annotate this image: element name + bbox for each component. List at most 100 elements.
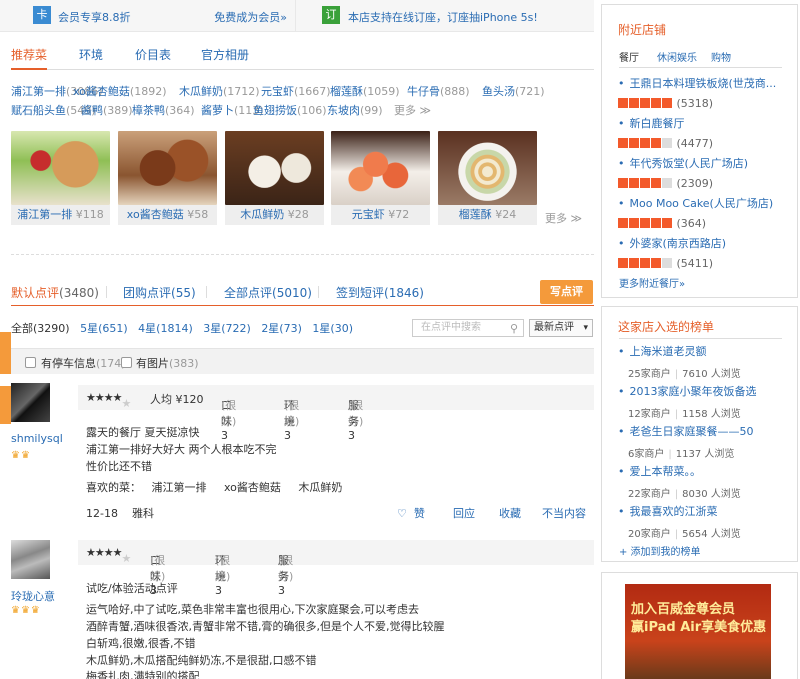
list-name[interactable]: 我最喜欢的江浙菜: [630, 505, 718, 518]
become-member-link[interactable]: 免费成为会员»: [214, 9, 287, 25]
parking-filter-label[interactable]: 有停车信息(174): [41, 355, 126, 371]
star-icon: [640, 138, 650, 148]
list-name[interactable]: 老爸生日家庭聚餐——50: [630, 425, 754, 438]
member-promo[interactable]: 卡 会员专享8.8折 免费成为会员»: [0, 0, 296, 32]
tab-checkin-reviews[interactable]: 签到短评(1846): [336, 284, 424, 301]
bullet-icon: •: [618, 117, 625, 130]
nearby-shop[interactable]: • Moo Moo Cake(人民广场店) (364): [618, 195, 773, 230]
tab-default-reviews[interactable]: 默认点评(3480): [11, 284, 99, 301]
dish-tag[interactable]: 鱼翅捞饭(106): [253, 102, 327, 118]
liked-dish-link[interactable]: 木瓜鲜奶: [298, 481, 342, 494]
photo-checkbox[interactable]: [121, 357, 132, 368]
tab-leisure[interactable]: 休闲娱乐: [657, 49, 697, 64]
review-stars: ★★★★ ★: [86, 546, 131, 565]
dish-tag[interactable]: 樟茶鸭(364): [132, 102, 195, 118]
bullet-icon: •: [618, 197, 625, 210]
dish-photo-name[interactable]: 浦江第一排: [17, 208, 72, 221]
featured-list-item[interactable]: • 2013家庭小聚年夜饭备选 12家商户 | 1158 人浏览: [618, 383, 757, 420]
dish-photo-name[interactable]: 木瓜鲜奶: [240, 208, 284, 221]
tab-official-album[interactable]: 官方相册: [201, 46, 249, 63]
tab-restaurants[interactable]: 餐厅: [619, 49, 639, 64]
list-name[interactable]: 上海米道老灵额: [630, 345, 707, 358]
favorite-button[interactable]: 收藏: [499, 505, 521, 521]
filter-1-star[interactable]: 1星(30): [312, 322, 353, 335]
dish-tag[interactable]: 元宝虾(1667): [261, 83, 331, 99]
dish-photo: [11, 131, 110, 205]
nearby-shop[interactable]: • 新白鹿餐厅 (4477): [618, 115, 713, 150]
booking-promo[interactable]: 订 本店支持在线订座，订座抽iPhone 5s!: [298, 0, 594, 32]
shop-name[interactable]: 新白鹿餐厅: [630, 117, 685, 130]
dish-tag[interactable]: 酱鸭(389): [81, 102, 133, 118]
booking-promo-text[interactable]: 本店支持在线订座，订座抽iPhone 5s!: [348, 9, 538, 25]
trial-review-tag[interactable]: 试吃/体验活动点评: [86, 580, 178, 596]
list-name[interactable]: 爱上本帮菜。。: [630, 465, 702, 478]
dish-tag[interactable]: 木瓜鲜奶(1712): [179, 83, 260, 99]
ad-banner[interactable]: 加入百威金尊会员 赢iPad Air享美食优惠: [625, 584, 771, 679]
tab-shopping[interactable]: 购物: [711, 49, 731, 64]
filter-all[interactable]: 全部(3290): [11, 322, 70, 335]
dish-photo-card[interactable]: 榴莲酥 ¥24: [438, 131, 537, 225]
filter-3-star[interactable]: 3星(722): [203, 322, 251, 335]
nearby-shop[interactable]: • 年代秀饭堂(人民广场店) (2309): [618, 155, 748, 190]
dish-photo-card[interactable]: xo酱杏鲍菇 ¥58: [118, 131, 217, 225]
tab-environment[interactable]: 环境: [79, 46, 103, 63]
shop-name[interactable]: 年代秀饭堂(人民广场店): [630, 157, 749, 170]
shop-rating: (5318): [618, 97, 776, 110]
star-icon: [618, 218, 628, 228]
dish-tag[interactable]: 牛仔骨(888): [407, 83, 470, 99]
report-button[interactable]: 不当内容: [542, 505, 586, 521]
like-button[interactable]: ♡ 赞: [397, 505, 425, 521]
more-nearby-link[interactable]: 更多附近餐厅»: [619, 275, 685, 290]
reply-button[interactable]: 回应: [453, 505, 475, 521]
filter-2-star[interactable]: 2星(73): [261, 322, 302, 335]
dish-tag[interactable]: 榴莲酥(1059): [330, 83, 400, 99]
side-float-tab[interactable]: [0, 386, 11, 424]
dish-photo-card[interactable]: 木瓜鲜奶 ¥28: [225, 131, 324, 225]
tab-price-list[interactable]: 价目表: [135, 46, 171, 63]
avatar[interactable]: [11, 383, 50, 422]
dish-photo-name[interactable]: 榴莲酥: [459, 208, 492, 221]
liked-dish-link[interactable]: xo酱杏鲍菇: [224, 481, 281, 494]
avatar[interactable]: [11, 540, 50, 579]
nearby-shop[interactable]: • 王鼎日本料理铁板烧(世茂商... (5318): [618, 75, 776, 110]
star-icon: [662, 178, 672, 188]
shop-name[interactable]: Moo Moo Cake(人民广场店): [630, 197, 774, 210]
side-float-tab[interactable]: [0, 332, 11, 374]
shop-name[interactable]: 外婆家(南京西路店): [630, 237, 727, 250]
liked-dish-link[interactable]: 浦江第一排: [152, 481, 207, 494]
dish-photo-name[interactable]: xo酱杏鲍菇: [127, 208, 184, 221]
filter-4-star[interactable]: 4星(1814): [138, 322, 193, 335]
parking-checkbox[interactable]: [25, 357, 36, 368]
photo-filter-label[interactable]: 有图片(383): [136, 355, 199, 371]
dish-tag[interactable]: 鱼头汤(721): [482, 83, 545, 99]
featured-list-item[interactable]: • 上海米道老灵额 25家商户 | 7610 人浏览: [618, 343, 741, 380]
filter-5-star[interactable]: 5星(651): [80, 322, 128, 335]
featured-list-item[interactable]: • 我最喜欢的江浙菜 20家商户 | 5654 人浏览: [618, 503, 741, 540]
tab-recommended-dishes[interactable]: 推荐菜: [11, 46, 48, 70]
write-review-button[interactable]: 写点评: [540, 280, 593, 304]
dish-photo-name[interactable]: 元宝虾: [352, 208, 385, 221]
dish-tag[interactable]: xo酱杏鲍菇(1892): [73, 83, 166, 99]
tab-group-buy-reviews[interactable]: 团购点评(55): [123, 284, 196, 301]
add-to-list-link[interactable]: + 添加到我的榜单: [619, 543, 701, 558]
list-name[interactable]: 2013家庭小聚年夜饭备选: [630, 385, 757, 398]
featured-list-item[interactable]: • 爱上本帮菜。。 22家商户 | 8030 人浏览: [618, 463, 741, 500]
search-icon[interactable]: ⚲: [510, 321, 518, 337]
dish-photo-card[interactable]: 浦江第一排 ¥118: [11, 131, 110, 225]
shop-name[interactable]: 王鼎日本料理铁板烧(世茂商...: [630, 77, 777, 90]
list-meta: 25家商户 | 7610 人浏览: [628, 369, 741, 380]
bullet-icon: •: [618, 345, 625, 358]
sort-select[interactable]: 最新点评 ▾: [529, 319, 593, 337]
tabs-divider: [619, 67, 782, 68]
dish-more-link[interactable]: 更多 ≫: [394, 102, 431, 118]
review-search-input[interactable]: 在点评中搜索 ⚲: [412, 319, 524, 337]
star-icon: [662, 98, 672, 108]
dish-tag[interactable]: 东坡肉(99): [327, 102, 383, 118]
photos-more-link[interactable]: 更多 ≫: [545, 210, 582, 226]
reviewer-name[interactable]: 玲珑心意: [11, 588, 55, 604]
tab-all-reviews[interactable]: 全部点评(5010): [224, 284, 312, 301]
dish-photo-card[interactable]: 元宝虾 ¥72: [331, 131, 430, 225]
reviewer-name[interactable]: shmilysql: [11, 432, 63, 445]
featured-list-item[interactable]: • 老爸生日家庭聚餐——50 6家商户 | 1137 人浏览: [618, 423, 754, 460]
nearby-shop[interactable]: • 外婆家(南京西路店) (5411): [618, 235, 726, 270]
